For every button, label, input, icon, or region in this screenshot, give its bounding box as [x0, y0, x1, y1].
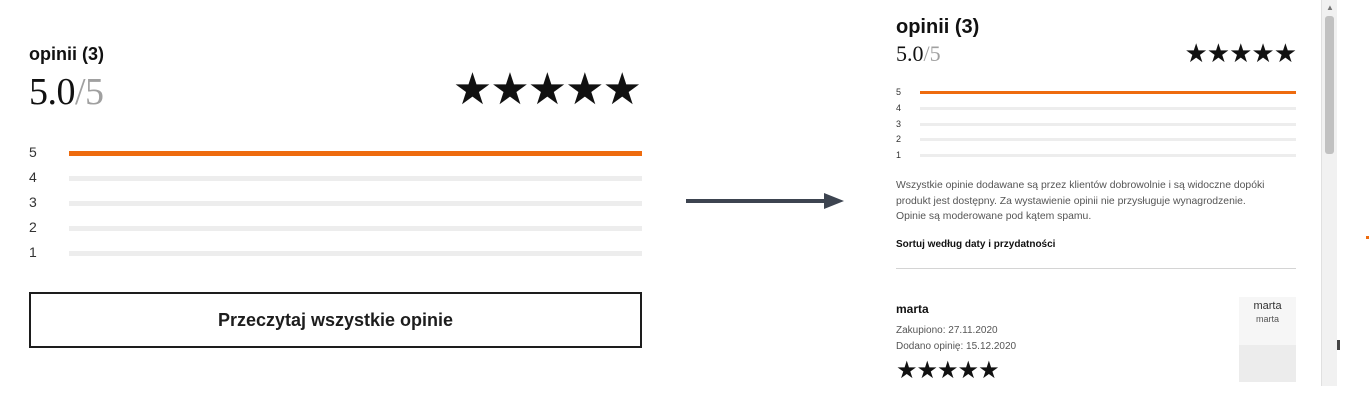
reviewer-card-subname: marta: [1255, 314, 1279, 324]
review-author: marta: [896, 302, 929, 316]
distribution-label: 4: [29, 169, 37, 185]
reviewer-card-name: marta: [1253, 300, 1282, 312]
reviews-count-title: opinii (3): [896, 16, 980, 38]
distribution-label: 4: [896, 102, 902, 113]
reviews-summary-after: opinii (3) 5.0/5 ★★★★★ 5 4 3 2 1 Wszystk…: [896, 0, 1297, 408]
distribution-label: 5: [896, 87, 902, 97]
average-score: 5.0/5: [29, 70, 104, 114]
distribution-track: [69, 226, 642, 231]
average-score-value: 5.0: [896, 41, 924, 66]
distribution-row-3: 3: [29, 193, 642, 218]
average-score-max: /5: [923, 41, 941, 66]
distribution-track: [69, 251, 642, 256]
policy-line: Wszystkie opinie dodawane są przez klien…: [896, 180, 1265, 191]
policy-line: produkt jest dostępny. Za wystawienie op…: [896, 195, 1246, 207]
distribution-label: 1: [29, 244, 37, 260]
distribution-track: [920, 106, 1296, 110]
distribution-row-5: 5: [29, 143, 642, 168]
distribution-label: 3: [896, 118, 902, 129]
arrow-right-icon: [686, 193, 844, 209]
distribution-row-4: 4: [29, 168, 642, 193]
scrollbar[interactable]: ▲: [1321, 0, 1337, 386]
distribution-label: 3: [29, 194, 37, 210]
reviews-summary-before: opinii (3) 5.0/5 ★★★★★ 5 4 3 2 1 Przeczy…: [29, 0, 642, 408]
sort-reviews-link[interactable]: Sortuj według daty i przydatności: [896, 239, 1055, 250]
distribution-row-4: 4: [896, 102, 1296, 118]
distribution-label: 1: [896, 150, 902, 161]
review-purchase-date: Zakupiono: 27.11.2020: [896, 325, 998, 336]
distribution-fill: [69, 151, 642, 156]
distribution-row-1: 1: [29, 243, 642, 268]
review-stars: ★★★★★: [896, 357, 1000, 384]
distribution-fill: [920, 91, 1296, 94]
rating-stars: ★★★★★: [452, 65, 642, 114]
rating-distribution: 5 4 3 2 1: [896, 86, 1296, 165]
divider: [896, 268, 1296, 269]
distribution-track: [920, 91, 1296, 94]
rating-distribution: 5 4 3 2 1: [29, 143, 642, 268]
reviewer-card-header: marta marta: [1239, 297, 1296, 345]
distribution-track: [920, 154, 1296, 158]
edge-accent-mark: [1366, 236, 1369, 239]
rating-stars: ★★★★★: [1184, 38, 1297, 68]
average-score-value: 5.0: [29, 71, 76, 113]
scrollbar-thumb[interactable]: [1325, 16, 1334, 154]
distribution-track: [920, 122, 1296, 126]
distribution-row-2: 2: [896, 133, 1296, 149]
distribution-label: 2: [29, 219, 37, 235]
distribution-row-3: 3: [896, 118, 1296, 134]
distribution-row-2: 2: [29, 218, 642, 243]
reviews-policy-text: Wszystkie opinie dodawane są przez klien…: [896, 178, 1301, 225]
reviews-count-title: opinii (3): [29, 44, 104, 64]
distribution-track: [920, 138, 1296, 142]
distribution-label: 2: [896, 134, 902, 145]
distribution-label: 5: [29, 144, 37, 160]
scroll-up-icon[interactable]: ▲: [1322, 2, 1338, 14]
distribution-row-1: 1: [896, 149, 1296, 165]
distribution-track: [69, 176, 642, 181]
average-score: 5.0/5: [896, 40, 941, 68]
read-all-reviews-button[interactable]: Przeczytaj wszystkie opinie: [29, 292, 642, 348]
average-score-max: /5: [75, 71, 104, 113]
review-added-date: Dodano opinię: 15.12.2020: [896, 341, 1017, 352]
distribution-track: [69, 151, 642, 156]
distribution-row-5: 5: [896, 86, 1296, 102]
distribution-track: [69, 201, 642, 206]
reviewer-card: marta marta: [1239, 297, 1296, 382]
edge-mark: [1337, 340, 1340, 350]
policy-line: Opinie są moderowane pod kątem spamu.: [896, 211, 1092, 222]
